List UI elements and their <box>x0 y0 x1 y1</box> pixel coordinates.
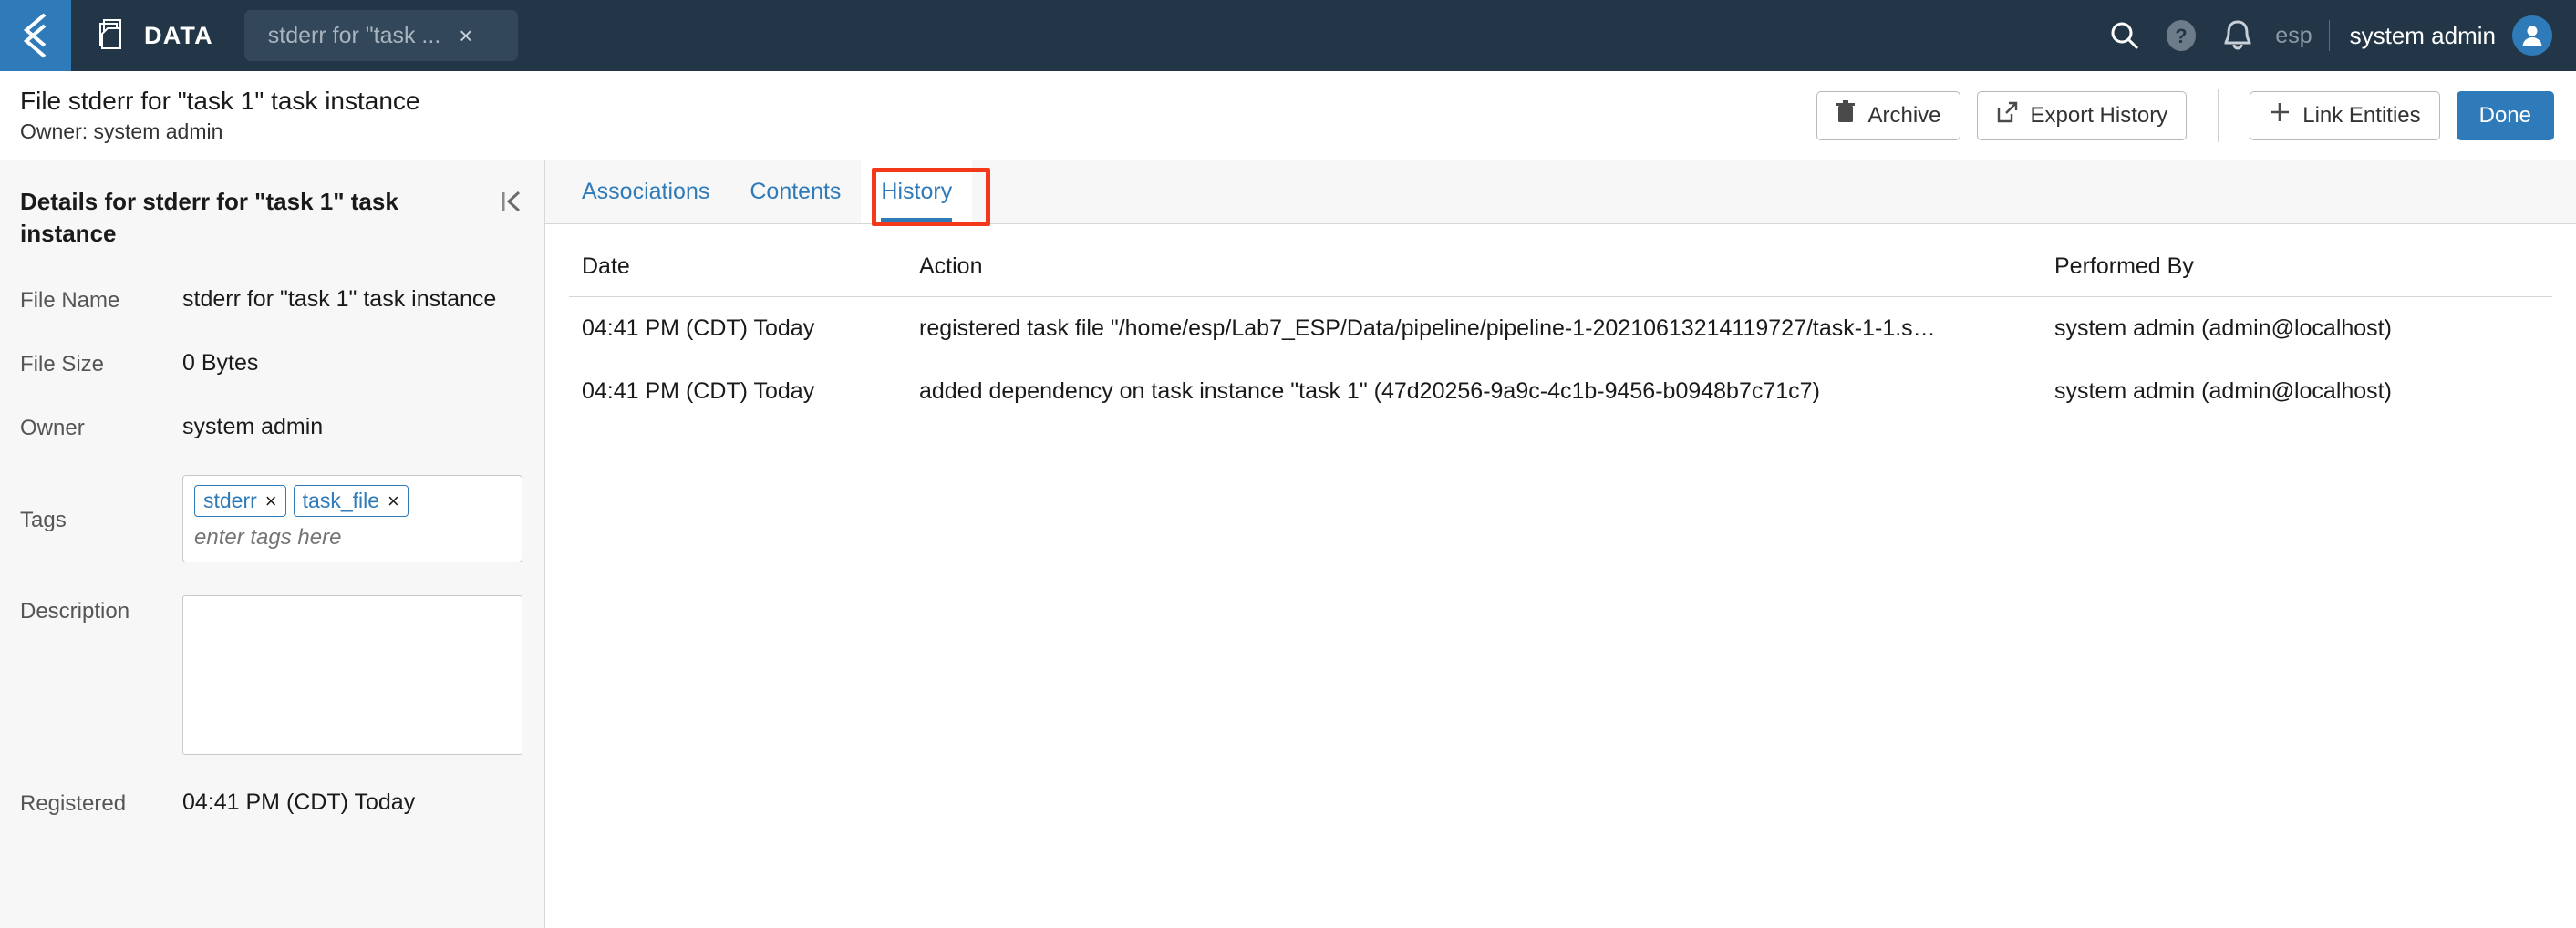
nav-tab-strip: stderr for "task ... × <box>237 0 518 71</box>
app-label: DATA <box>144 21 213 49</box>
app-section-data[interactable]: DATA <box>71 0 237 71</box>
column-header-date[interactable]: Date <box>569 248 906 297</box>
content-tab-bar: Associations Contents History <box>545 160 2576 226</box>
field-label: Registered <box>20 791 127 817</box>
archive-button[interactable]: Archive <box>1816 90 1960 140</box>
notifications-bell-icon[interactable] <box>2209 0 2266 71</box>
tags-input[interactable] <box>194 525 511 552</box>
page-header: File stderr for "task 1" task instance O… <box>0 71 2576 160</box>
remove-tag-icon[interactable]: × <box>265 490 277 511</box>
details-sidebar-header: Details for stderr for "task 1" task ins… <box>20 186 522 250</box>
tag-chip-list: stderr × task_file × <box>194 485 511 518</box>
external-link-icon <box>1996 101 2019 130</box>
field-value: system admin <box>182 413 324 439</box>
field-description: Description <box>20 595 522 756</box>
history-table-container: Date Action Performed By 04:41 PM (CDT) … <box>545 224 2576 928</box>
field-file-name: File Name stderr for "task 1" task insta… <box>20 284 522 315</box>
history-table-head: Date Action Performed By <box>569 248 2552 297</box>
page-owner-subtitle: Owner: system admin <box>20 119 223 143</box>
header-divider <box>2218 88 2219 142</box>
field-file-size: File Size 0 Bytes <box>20 348 522 379</box>
tag-chip[interactable]: task_file × <box>293 485 409 518</box>
link-entities-button-label: Link Entities <box>2302 102 2421 128</box>
search-icon[interactable] <box>2096 0 2153 71</box>
back-chevron-icon[interactable] <box>0 0 71 71</box>
field-label: File Size <box>20 351 105 376</box>
user-menu[interactable]: esp system admin <box>2266 15 2552 56</box>
documents-icon <box>98 19 129 52</box>
field-label: Tags <box>20 508 67 533</box>
field-registered: Registered 04:41 PM (CDT) Today <box>20 788 522 819</box>
done-button-label: Done <box>2478 102 2531 128</box>
tag-chip-label: task_file <box>302 489 380 513</box>
table-row[interactable]: 04:41 PM (CDT) Today added dependency on… <box>569 360 2552 423</box>
table-header-row: Date Action Performed By <box>569 248 2552 297</box>
field-label: Description <box>20 599 130 624</box>
field-value: 04:41 PM (CDT) Today <box>182 789 416 816</box>
nav-right-group: ? esp system admin <box>2096 0 2576 71</box>
field-tags: Tags stderr × task_file × <box>20 475 522 563</box>
help-icon[interactable]: ? <box>2153 0 2209 71</box>
plus-icon <box>2269 101 2291 129</box>
svg-text:?: ? <box>2176 25 2188 47</box>
done-button[interactable]: Done <box>2456 90 2554 140</box>
details-sidebar: Details for stderr for "task 1" task ins… <box>0 160 545 928</box>
nav-tab-label: stderr for "task ... <box>267 22 441 48</box>
cell-performed-by: system admin (admin@localhost) <box>2054 378 2392 404</box>
link-entities-button[interactable]: Link Entities <box>2250 90 2440 140</box>
tag-chip-label: stderr <box>203 489 257 513</box>
table-row[interactable]: 04:41 PM (CDT) Today registered task fil… <box>569 297 2552 361</box>
field-value: stderr for "task 1" task instance <box>182 286 497 313</box>
history-table-body: 04:41 PM (CDT) Today registered task fil… <box>569 297 2552 424</box>
tab-label: Contents <box>750 179 842 204</box>
page-header-titles: File stderr for "task 1" task instance O… <box>20 86 420 143</box>
field-label: File Name <box>20 288 120 314</box>
details-sidebar-title: Details for stderr for "task 1" task ins… <box>20 188 398 248</box>
username-label: system admin <box>2349 21 2496 49</box>
description-textarea[interactable] <box>182 595 522 756</box>
history-table: Date Action Performed By 04:41 PM (CDT) … <box>569 248 2552 423</box>
column-header-performed-by[interactable]: Performed By <box>2042 248 2552 297</box>
cell-performed-by: system admin (admin@localhost) <box>2054 315 2392 341</box>
application-window: DATA stderr for "task ... × ? esp system… <box>0 0 2576 928</box>
page-body: Details for stderr for "task 1" task ins… <box>0 160 2576 928</box>
cell-action: added dependency on task instance "task … <box>919 378 1820 404</box>
user-avatar-icon[interactable] <box>2512 15 2552 56</box>
export-history-button[interactable]: Export History <box>1976 90 2188 140</box>
archive-button-label: Archive <box>1867 102 1941 128</box>
tab-contents[interactable]: Contents <box>729 160 861 223</box>
field-owner: Owner system admin <box>20 412 522 443</box>
header-actions: Archive Export History Link Entities Don… <box>1816 88 2554 142</box>
tab-label: Associations <box>582 179 710 204</box>
collapse-panel-icon[interactable] <box>501 186 522 213</box>
org-label: esp <box>2275 22 2312 48</box>
tag-chip[interactable]: stderr × <box>194 485 286 518</box>
tab-history[interactable]: History <box>861 160 973 223</box>
cell-date: 04:41 PM (CDT) Today <box>582 315 815 341</box>
details-field-list: File Name stderr for "task 1" task insta… <box>20 284 522 819</box>
field-value: 0 Bytes <box>182 349 259 376</box>
nav-tab-stderr[interactable]: stderr for "task ... × <box>243 10 518 61</box>
cell-action: registered task file "/home/esp/Lab7_ESP… <box>919 315 1936 341</box>
trash-icon <box>1836 100 1856 130</box>
column-header-action[interactable]: Action <box>906 248 2042 297</box>
content-panel: Associations Contents History Date Actio… <box>545 160 2576 928</box>
page-title: File stderr for "task 1" task instance <box>20 86 420 115</box>
field-label: Owner <box>20 415 85 440</box>
tab-associations[interactable]: Associations <box>562 160 729 223</box>
close-icon[interactable]: × <box>459 24 472 47</box>
tags-input-box[interactable]: stderr × task_file × <box>182 475 522 563</box>
export-history-button-label: Export History <box>2030 102 2168 128</box>
remove-tag-icon[interactable]: × <box>388 490 399 511</box>
top-navigation-bar: DATA stderr for "task ... × ? esp system… <box>0 0 2576 71</box>
cell-date: 04:41 PM (CDT) Today <box>582 378 815 404</box>
tab-label: History <box>881 179 953 204</box>
